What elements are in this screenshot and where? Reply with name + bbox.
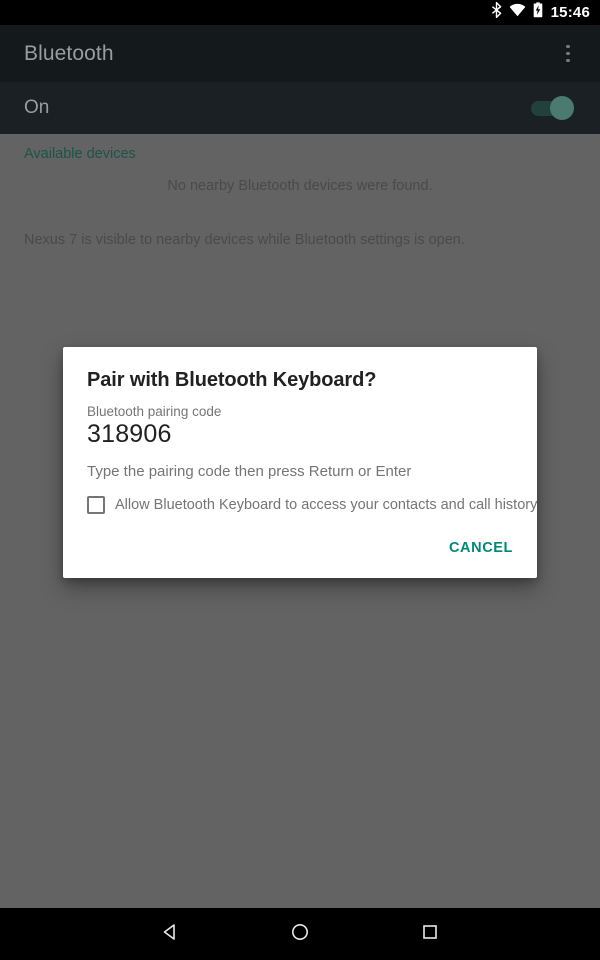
overflow-dot xyxy=(566,51,570,56)
pairing-instruction-text: Type the pairing code then press Return … xyxy=(87,463,412,480)
overflow-menu-icon[interactable] xyxy=(548,34,588,74)
app-bar: Bluetooth xyxy=(0,25,600,82)
no-devices-found-text: No nearby Bluetooth devices were found. xyxy=(167,178,433,194)
status-bar-clock: 15:46 xyxy=(550,4,590,21)
available-devices-header: Available devices xyxy=(24,146,136,162)
bluetooth-icon xyxy=(491,1,502,23)
contacts-permission-checkbox[interactable] xyxy=(87,496,105,514)
overflow-dot xyxy=(566,58,570,63)
bluetooth-state-label: On xyxy=(24,97,50,118)
status-bar: 15:46 xyxy=(0,0,600,25)
pairing-code-value: 318906 xyxy=(87,420,172,448)
toggle-thumb xyxy=(550,96,574,120)
back-triangle-icon xyxy=(160,922,180,947)
home-button[interactable] xyxy=(235,908,365,960)
contacts-permission-row[interactable]: Allow Bluetooth Keyboard to access your … xyxy=(87,496,537,514)
back-button[interactable] xyxy=(105,908,235,960)
dialog-title: Pair with Bluetooth Keyboard? xyxy=(87,369,377,391)
cancel-button[interactable]: CANCEL xyxy=(441,532,521,564)
device-visibility-text: Nexus 7 is visible to nearby devices whi… xyxy=(24,232,465,248)
home-circle-icon xyxy=(290,922,310,947)
recents-square-icon xyxy=(420,922,440,947)
android-screen: 15:46 Bluetooth On Available devices No … xyxy=(0,0,600,960)
bluetooth-switch-row[interactable]: On xyxy=(0,82,600,134)
battery-charging-icon xyxy=(533,2,543,23)
recents-button[interactable] xyxy=(365,908,495,960)
pairing-code-label: Bluetooth pairing code xyxy=(87,404,222,419)
bluetooth-pairing-dialog: Pair with Bluetooth Keyboard? Bluetooth … xyxy=(63,347,537,578)
contacts-permission-label: Allow Bluetooth Keyboard to access your … xyxy=(115,497,538,513)
dialog-action-bar: CANCEL xyxy=(63,532,537,568)
navigation-bar xyxy=(0,908,600,960)
bluetooth-toggle-switch[interactable] xyxy=(530,95,574,121)
page-title: Bluetooth xyxy=(24,41,114,65)
wifi-icon xyxy=(509,3,526,22)
overflow-dot xyxy=(566,44,570,49)
